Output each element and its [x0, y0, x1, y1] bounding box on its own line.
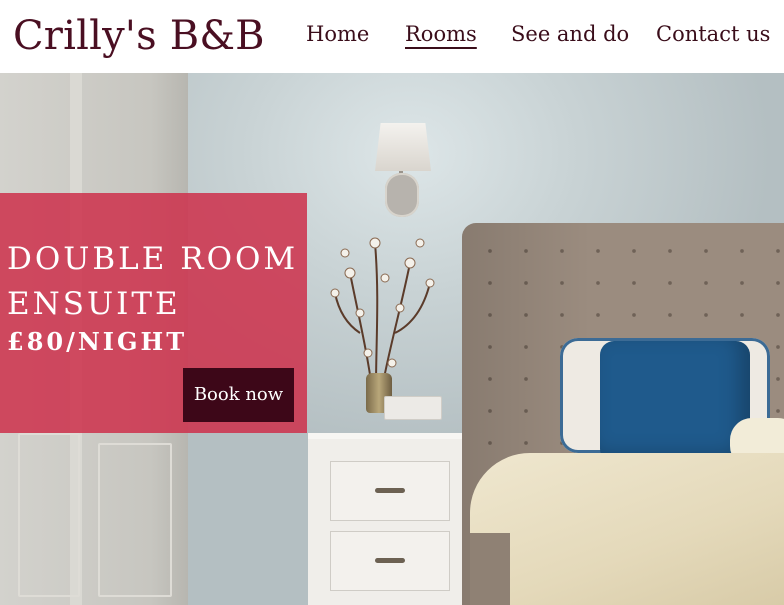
wall-socket [384, 396, 442, 420]
room-promo-card: Double Room Ensuite £80/NIGHT Book now [0, 193, 307, 433]
room-title: Double Room Ensuite [7, 241, 299, 322]
nightstand [308, 433, 470, 605]
nav-link-label: Home [306, 22, 370, 46]
nav-link-contact-us[interactable]: Contact us [656, 19, 770, 55]
drawer-handle [375, 558, 405, 563]
site-logo[interactable]: Crilly's B&B [13, 12, 265, 60]
drawer-handle [375, 488, 405, 493]
site-header: Crilly's B&B Home Rooms See and do Conta… [0, 0, 784, 73]
blue-cushion [600, 341, 750, 463]
nav-link-home[interactable]: Home [306, 19, 369, 55]
wardrobe-door-panel [18, 433, 80, 597]
nav-link-see-and-do[interactable]: See and do [511, 19, 629, 55]
wall-lamp-plate [385, 173, 419, 217]
book-now-button[interactable]: Book now [183, 368, 294, 422]
wardrobe-door-panel [98, 443, 172, 597]
room-price: £80/NIGHT [7, 327, 188, 356]
nightstand-drawer [330, 461, 450, 521]
nav-link-label: See and do [511, 22, 630, 46]
nightstand-drawer [330, 531, 450, 591]
bedspread [470, 453, 784, 605]
wall-lamp-shade [375, 123, 431, 171]
nav-link-label: Rooms [405, 22, 477, 46]
nav-link-rooms[interactable]: Rooms [405, 19, 477, 55]
nav-link-label: Contact us [656, 22, 771, 46]
bed-base [470, 533, 510, 605]
